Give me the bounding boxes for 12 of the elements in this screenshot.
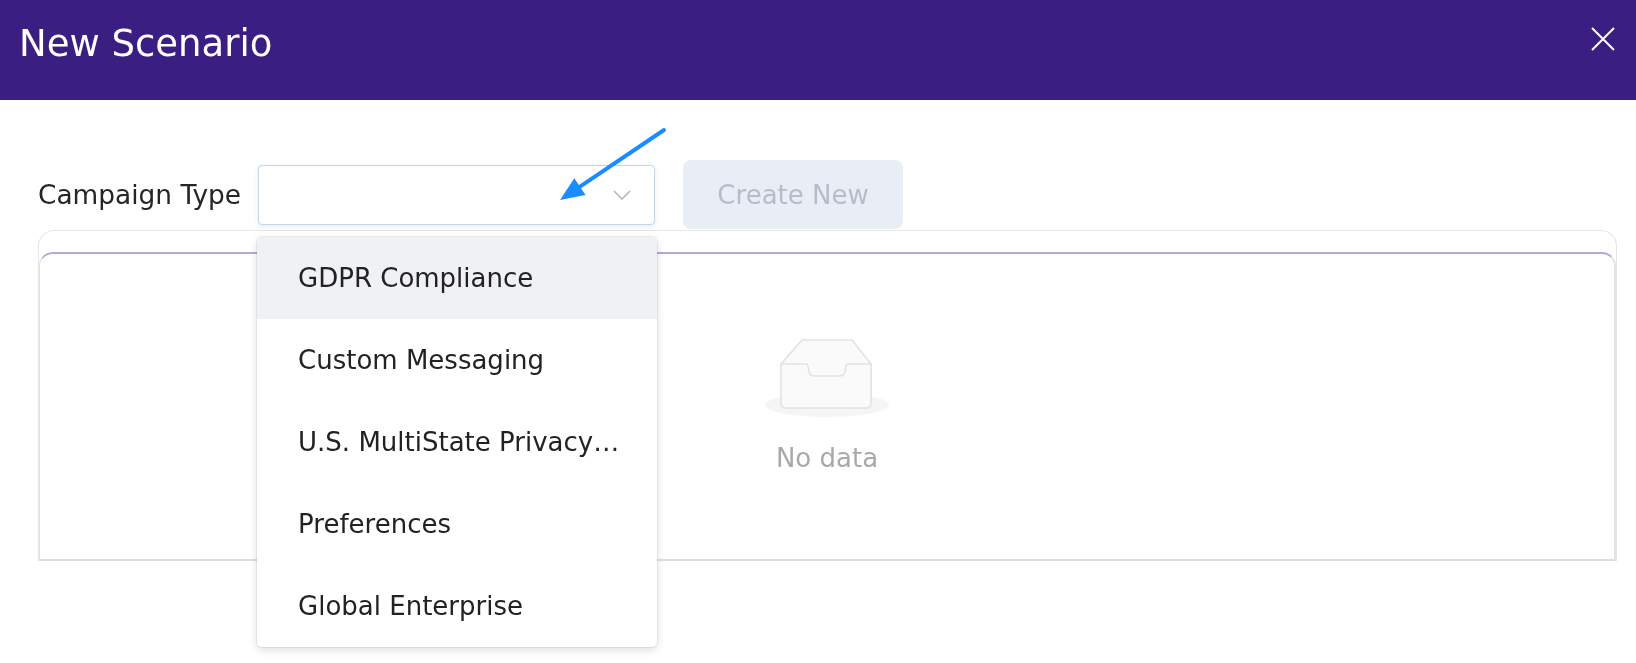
dropdown-option[interactable]: Custom Messaging: [257, 318, 658, 401]
dropdown-option[interactable]: U.S. MultiState Privacy…: [257, 400, 658, 483]
dropdown-option[interactable]: GDPR Compliance: [257, 236, 658, 319]
close-button[interactable]: [1591, 27, 1615, 51]
dialog-title: New Scenario: [19, 21, 273, 67]
empty-text: No data: [775, 443, 879, 473]
dropdown-option[interactable]: Preferences: [257, 482, 658, 565]
dropdown-option[interactable]: Global Enterprise: [257, 564, 658, 647]
chevron-down-icon: [613, 189, 632, 200]
campaign-type-label: Campaign Type: [38, 179, 242, 210]
close-icon: [1591, 27, 1615, 51]
inbox-icon: [764, 339, 890, 419]
